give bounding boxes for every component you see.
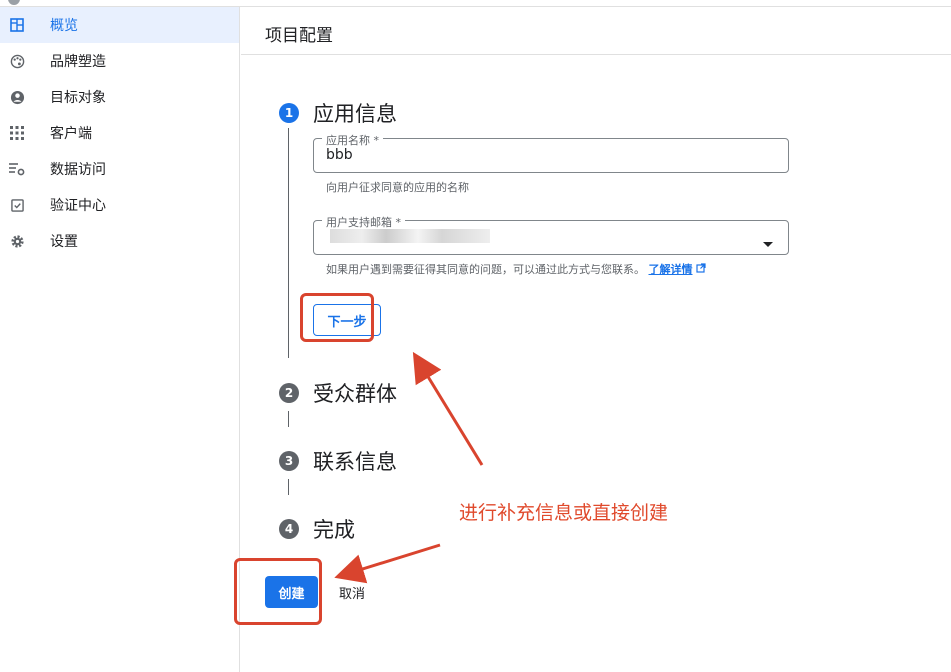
arrow-to-next (412, 351, 484, 466)
annotation-text: 进行补充信息或直接创建 (459, 502, 669, 524)
annotation-arrows (334, 351, 484, 584)
arrow-to-create (334, 543, 441, 584)
